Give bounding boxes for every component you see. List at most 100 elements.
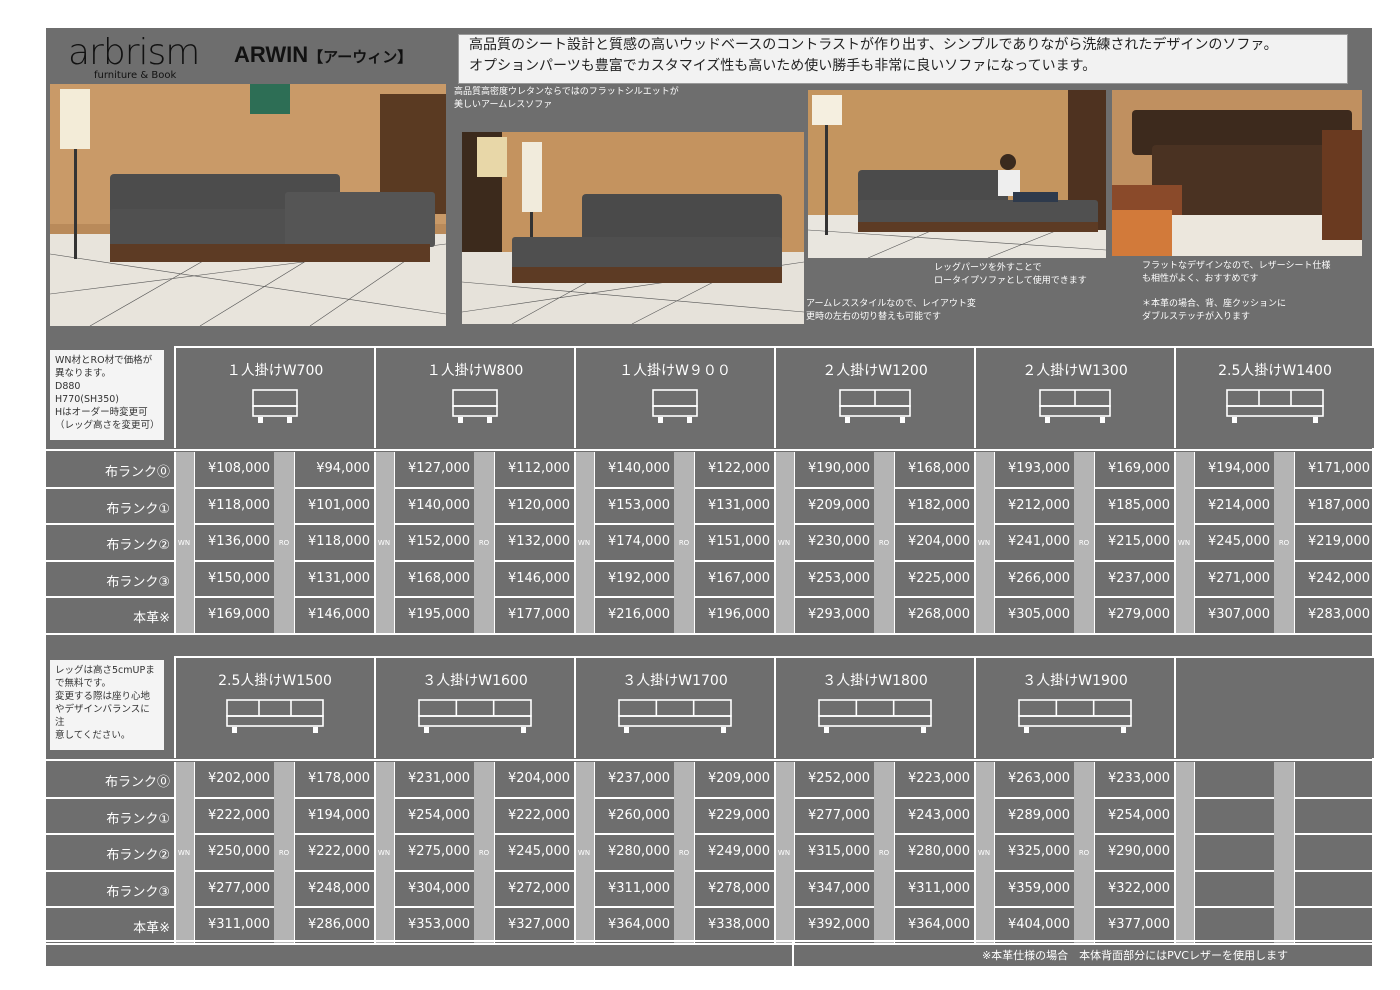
header: arbrism furniture & Book ARWIN【アーウィン】 bbox=[46, 28, 446, 83]
ro-price-cell: ¥177,000 bbox=[494, 598, 574, 633]
ro-separator: RO bbox=[1274, 452, 1294, 633]
ro-separator: RO bbox=[474, 452, 494, 633]
wn-price-cell: ¥307,000 bbox=[1194, 598, 1274, 633]
column-divider bbox=[774, 762, 776, 943]
ro-price-cell: ¥290,000 bbox=[1094, 835, 1174, 870]
wn-price-cell: ¥237,000 bbox=[594, 762, 674, 797]
ro-price-cell: ¥146,000 bbox=[494, 561, 574, 596]
ro-price-cell: ¥237,000 bbox=[1094, 561, 1174, 596]
table2-note-line: レッグは高さ5cmUPま bbox=[55, 665, 155, 676]
wn-price-cell: ¥108,000 bbox=[194, 452, 274, 487]
table2-row-label: 布ランク① bbox=[106, 811, 170, 827]
wn-separator: WN bbox=[974, 452, 994, 633]
wn-price-cell: ¥169,000 bbox=[194, 598, 274, 633]
caption-photo4-leather: フラットなデザインなので、レザーシート仕様 も相性がよく、おすすめです bbox=[1142, 261, 1331, 284]
ro-separator: RO bbox=[874, 452, 894, 633]
column-divider bbox=[974, 762, 976, 943]
wn-price-cell: ¥293,000 bbox=[794, 598, 874, 633]
ro-price-cell bbox=[1294, 835, 1374, 870]
table1-row-label: 布ランク① bbox=[106, 501, 170, 517]
ro-price-cell: ¥233,000 bbox=[1094, 762, 1174, 797]
column-divider bbox=[374, 762, 376, 943]
wn-label: WN bbox=[177, 849, 191, 857]
model-size-title: 2.5人掛けW1500 bbox=[218, 673, 332, 689]
wn-price-cell: ¥140,000 bbox=[594, 452, 674, 487]
ro-price-cell: ¥168,000 bbox=[894, 452, 974, 487]
table1-model-header: ２人掛けW1300 bbox=[974, 348, 1174, 448]
model-size-title: 2.5人掛けW1400 bbox=[1218, 363, 1332, 379]
wn-price-cell: ¥222,000 bbox=[194, 798, 274, 833]
wn-separator: WN bbox=[774, 762, 794, 943]
ro-separator: RO bbox=[274, 762, 294, 943]
wn-price-cell bbox=[1194, 871, 1274, 906]
wn-label: WN bbox=[777, 849, 791, 857]
wn-price-cell: ¥195,000 bbox=[394, 598, 474, 633]
ro-price-cell: ¥196,000 bbox=[694, 598, 774, 633]
ro-price-cell: ¥279,000 bbox=[1094, 598, 1174, 633]
table1-note-line: D880 bbox=[55, 381, 81, 392]
model-title: ARWIN【アーウィン】 bbox=[234, 42, 412, 68]
photo-sofa-showroom-left bbox=[50, 84, 446, 326]
ro-label: RO bbox=[478, 849, 490, 857]
wn-separator: WN bbox=[374, 762, 394, 943]
wn-price-cell: ¥347,000 bbox=[794, 871, 874, 906]
model-size-title: １人掛けW800 bbox=[426, 363, 524, 379]
table1-row-label: 本革※ bbox=[133, 611, 170, 626]
caption-photo4-stitch: ＊本革の場合、背、座クッションに ダブルステッチが入ります bbox=[1142, 299, 1287, 322]
model-kana: 【アーウィン】 bbox=[308, 49, 413, 66]
table1-row-label: 布ランク⓪ bbox=[104, 465, 170, 480]
ro-price-cell: ¥167,000 bbox=[694, 561, 774, 596]
row-divider bbox=[46, 632, 1372, 635]
ro-price-cell: ¥131,000 bbox=[294, 561, 374, 596]
wn-price-cell: ¥304,000 bbox=[394, 871, 474, 906]
caption-photo3-armless: アームレススタイルなので、レイアウト変 更時の左右の切り替えも可能です bbox=[806, 299, 976, 322]
brand-logo: arbrism bbox=[68, 32, 200, 73]
model-size-title: ３人掛けW1900 bbox=[1022, 673, 1128, 689]
wn-price-cell: ¥253,000 bbox=[794, 561, 874, 596]
wn-price-cell bbox=[1194, 798, 1274, 833]
column-divider bbox=[574, 452, 576, 633]
model-size-title: ３人掛けW1600 bbox=[422, 673, 528, 689]
wn-price-cell: ¥192,000 bbox=[594, 561, 674, 596]
wn-price-cell: ¥209,000 bbox=[794, 488, 874, 523]
caption-photo2: 高品質高密度ウレタンならではのフラットシルエットが 美しいアームレスソファ bbox=[454, 87, 679, 110]
wn-price-cell bbox=[1194, 762, 1274, 797]
ro-price-cell: ¥222,000 bbox=[494, 798, 574, 833]
wn-separator: WN bbox=[174, 762, 194, 943]
wn-price-cell: ¥153,000 bbox=[594, 488, 674, 523]
wn-separator: WN bbox=[374, 452, 394, 633]
ro-price-cell bbox=[1294, 871, 1374, 906]
model-size-title: ３人掛けW1800 bbox=[822, 673, 928, 689]
table2-row-label: 布ランク⓪ bbox=[104, 775, 170, 790]
wn-price-cell: ¥152,000 bbox=[394, 525, 474, 560]
wn-price-cell: ¥277,000 bbox=[794, 798, 874, 833]
wn-label: WN bbox=[977, 539, 991, 547]
column-divider bbox=[374, 452, 376, 633]
ro-label: RO bbox=[278, 849, 290, 857]
wn-separator bbox=[1174, 762, 1194, 943]
wn-label: WN bbox=[577, 849, 591, 857]
footer-border bbox=[46, 940, 1372, 942]
ro-price-cell: ¥182,000 bbox=[894, 488, 974, 523]
ro-price-cell: ¥268,000 bbox=[894, 598, 974, 633]
ro-price-cell: ¥185,000 bbox=[1094, 488, 1174, 523]
ro-price-cell: ¥225,000 bbox=[894, 561, 974, 596]
wn-price-cell: ¥127,000 bbox=[394, 452, 474, 487]
column-divider bbox=[174, 452, 176, 633]
ro-price-cell: ¥151,000 bbox=[694, 525, 774, 560]
table1-note-line: （レッグ高さを変更可） bbox=[55, 420, 160, 431]
table1-model-header: 2.5人掛けW1400 bbox=[1174, 348, 1374, 448]
ro-price-cell: ¥272,000 bbox=[494, 871, 574, 906]
ro-price-cell: ¥278,000 bbox=[694, 871, 774, 906]
table-border bbox=[46, 759, 1372, 761]
intro-box: 高品質のシート設計と質感の高いウッドベースのコントラストが作り出す、シンプルであ… bbox=[458, 34, 1348, 84]
wn-price-cell: ¥260,000 bbox=[594, 798, 674, 833]
table1-note-line: H770(SH350) bbox=[55, 394, 119, 405]
row-divider bbox=[46, 942, 1372, 945]
ro-price-cell: ¥245,000 bbox=[494, 835, 574, 870]
ro-price-cell: ¥283,000 bbox=[1294, 598, 1374, 633]
intro-line-2: オプションパーツも豊富でカスタマイズ性も高いため使い勝手も非常に良いソファになっ… bbox=[469, 58, 1097, 74]
wn-price-cell: ¥353,000 bbox=[394, 908, 474, 943]
wn-label: WN bbox=[977, 849, 991, 857]
wn-price-cell: ¥118,000 bbox=[194, 488, 274, 523]
